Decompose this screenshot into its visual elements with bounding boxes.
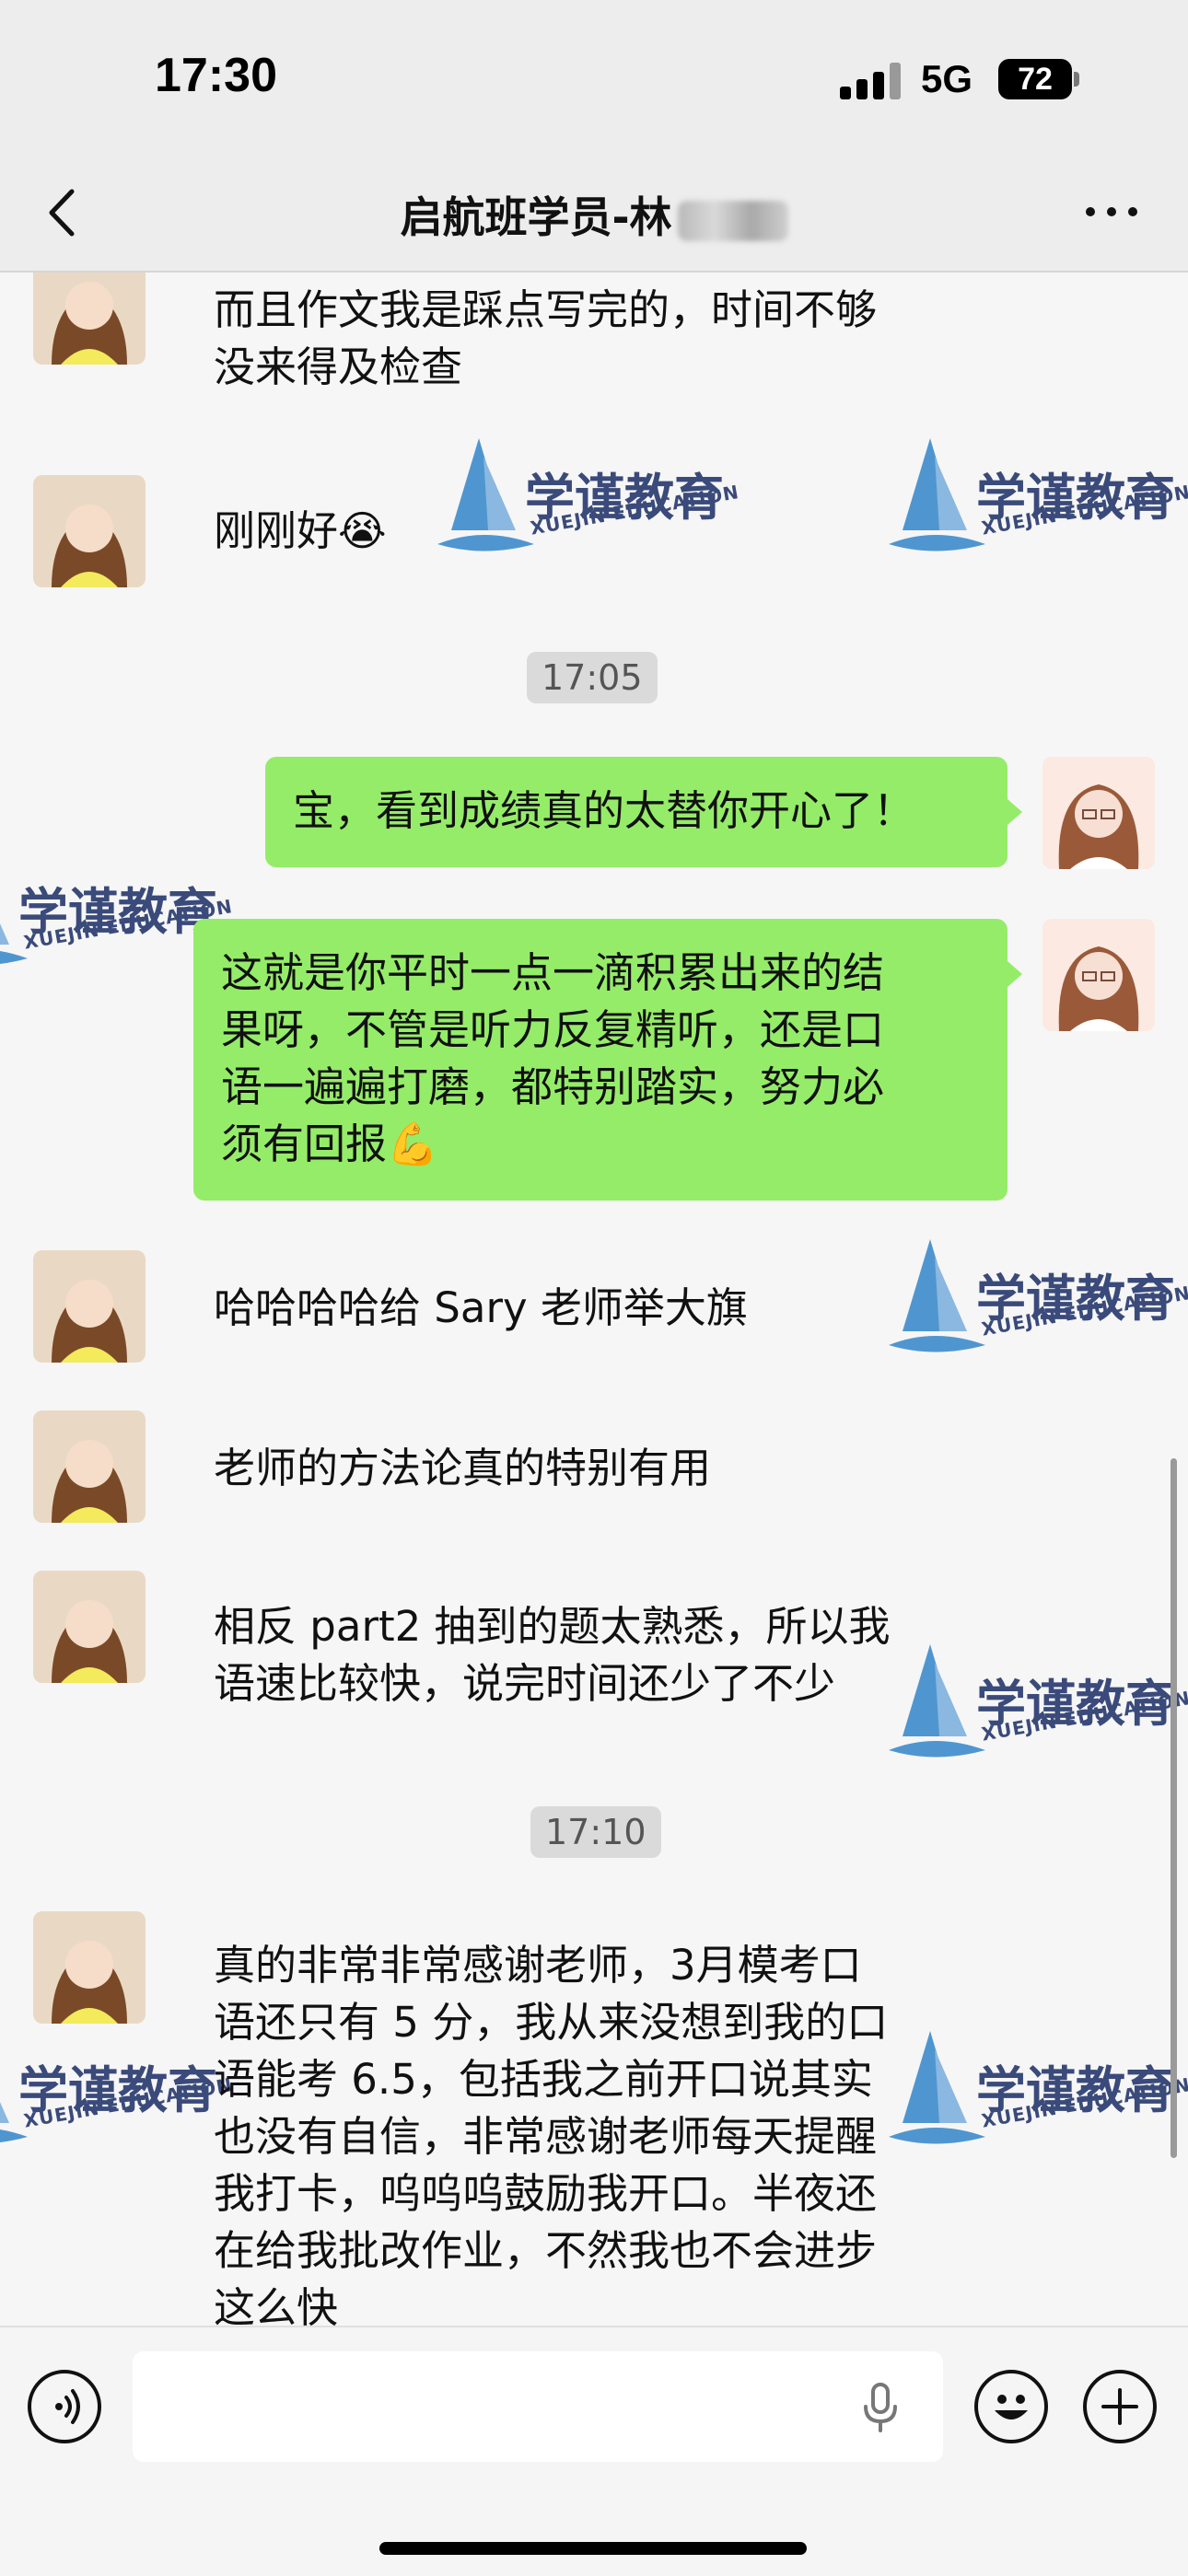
timestamp: 17:05 xyxy=(527,652,658,703)
status-time: 17:30 xyxy=(155,49,277,102)
status-bar: 17:30 5G 72 xyxy=(0,0,1188,157)
message-text: 哈哈哈哈给 Sary 老师举大旗 xyxy=(214,1280,1042,1337)
student-avatar[interactable] xyxy=(33,475,146,587)
teacher-avatar[interactable] xyxy=(1042,919,1155,1031)
avatar-icon xyxy=(33,1571,146,1683)
avatar-icon xyxy=(33,1410,146,1523)
bubble-tail xyxy=(1007,961,1022,987)
avatar-icon xyxy=(1042,919,1155,1031)
voice-button[interactable] xyxy=(28,2370,101,2443)
avatar-icon xyxy=(33,1250,146,1363)
timestamp: 17:10 xyxy=(530,1806,661,1858)
chat-title: 启航班学员-林 xyxy=(276,184,912,245)
watermark: 学谨教育 XUEJIN EDUCATION xyxy=(884,429,1188,586)
bubble-tail xyxy=(1007,799,1022,825)
message-line: 而且作文我是踩点写完的，时间不够 xyxy=(214,285,878,334)
scrollbar[interactable] xyxy=(1171,1458,1177,2158)
message-line: 果呀，不管是听力反复精听，还是口 xyxy=(221,1005,885,1054)
avatar-icon xyxy=(1042,757,1155,869)
message-line: 这么快 xyxy=(214,2283,339,2326)
input-bar xyxy=(0,2326,1188,2576)
voice-icon xyxy=(55,2389,80,2424)
message-line: 语一遍遍打磨，都特别踏实，努力必 xyxy=(221,1062,885,1111)
battery-level: 72 xyxy=(1018,62,1053,97)
student-avatar[interactable] xyxy=(33,1250,146,1363)
message-line: 在给我批改作业，不然我也不会进步 xyxy=(214,2226,878,2275)
home-indicator xyxy=(379,2542,807,2555)
sail-logo-icon xyxy=(889,438,985,551)
message-line: 我打卡，呜呜呜鼓励我开口。半夜还 xyxy=(214,2169,878,2218)
more-dots-icon xyxy=(1086,207,1137,216)
emoji-button[interactable] xyxy=(974,2370,1048,2443)
plus-icon xyxy=(1101,2388,1138,2425)
battery-tip xyxy=(1074,72,1079,87)
message-line: 也没有自信，非常感谢老师每天提醒 xyxy=(214,2112,878,2161)
student-avatar[interactable] xyxy=(33,1410,146,1523)
watermark: 学谨教育 XUEJIN EDUCATION xyxy=(0,2022,235,2178)
message-line: 语速比较快，说完时间还少了不少 xyxy=(214,1659,836,1708)
chat-header: 启航班学员-林 xyxy=(0,157,1188,273)
avatar-icon xyxy=(33,1911,146,2024)
message-line: 须有回报💪 xyxy=(221,1120,439,1168)
message-text: 而且作文我是踩点写完的，时间不够 没来得及检查 xyxy=(214,282,1042,396)
student-avatar[interactable] xyxy=(33,273,146,365)
message-text: 真的非常非常感谢老师，3月模考口 语还只有 5 分，我从来没想到我的口 语能考 … xyxy=(214,1937,1061,2326)
student-avatar[interactable] xyxy=(33,1911,146,2024)
message-line: 刚刚好😭 xyxy=(214,506,387,555)
message-line: 这就是你平时一点一滴积累出来的结 xyxy=(221,948,885,997)
signal-icon xyxy=(840,63,903,99)
avatar-icon xyxy=(33,475,146,587)
message-line: 相反 part2 抽到的题太熟悉，所以我 xyxy=(214,1602,891,1651)
chevron-left-icon xyxy=(49,189,75,237)
message-text: 老师的方法论真的特别有用 xyxy=(214,1440,1042,1497)
back-button[interactable] xyxy=(37,182,92,243)
more-button[interactable] xyxy=(1079,193,1144,230)
message-line: 语能考 6.5，包括我之前开口说其实 xyxy=(214,2055,873,2104)
outgoing-bubble[interactable]: 这就是你平时一点一滴积累出来的结 果呀，不管是听力反复精听，还是口 语一遍遍打磨… xyxy=(193,919,1007,1201)
avatar-icon xyxy=(33,273,146,365)
battery-icon: 72 xyxy=(998,59,1072,99)
message-line: 真的非常非常感谢老师，3月模考口 xyxy=(214,1941,862,1990)
chat-area[interactable]: 学谨教育 XUEJIN EDUCATION 学谨教育 XUEJIN EDUCAT… xyxy=(0,273,1188,2326)
message-text: 相反 part2 抽到的题太熟悉，所以我 语速比较快，说完时间还少了不少 xyxy=(214,1598,1042,1712)
emoji-icon xyxy=(995,2395,1028,2419)
mic-icon[interactable] xyxy=(860,2383,901,2434)
network-type: 5G xyxy=(921,57,973,100)
message-line: 没来得及检查 xyxy=(214,342,463,391)
chat-title-text: 启航班学员-林 xyxy=(400,192,672,242)
message-text: 刚刚好😭 xyxy=(214,503,766,560)
message-line: 宝，看到成绩真的太替你开心了！ xyxy=(293,786,915,835)
add-button[interactable] xyxy=(1083,2370,1157,2443)
message-line: 哈哈哈哈给 Sary 老师举大旗 xyxy=(214,1283,748,1332)
message-line: 老师的方法论真的特别有用 xyxy=(214,1444,712,1492)
teacher-avatar[interactable] xyxy=(1042,757,1155,869)
message-line: 语还只有 5 分，我从来没想到我的口 xyxy=(214,1998,889,2047)
name-redaction xyxy=(677,200,788,241)
student-avatar[interactable] xyxy=(33,1571,146,1683)
outgoing-bubble[interactable]: 宝，看到成绩真的太替你开心了！ xyxy=(265,757,1007,867)
message-input[interactable] xyxy=(133,2351,943,2462)
